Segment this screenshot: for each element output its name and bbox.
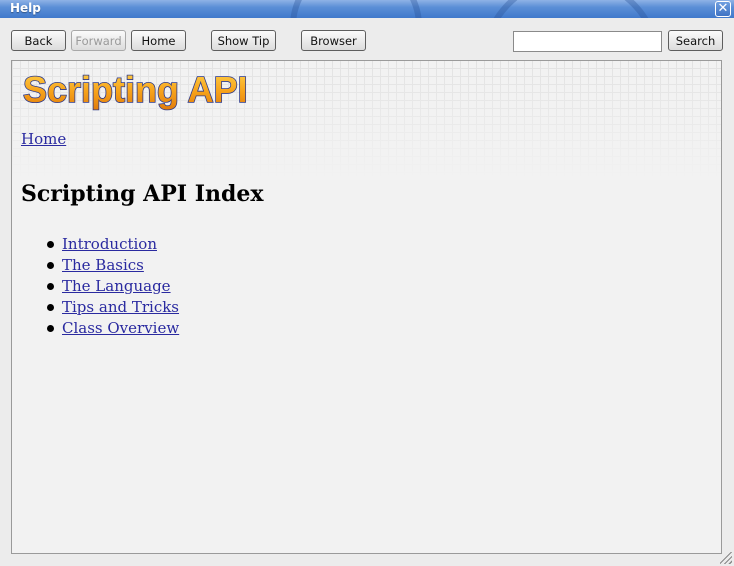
toc-link-class-overview[interactable]: Class Overview (62, 319, 179, 337)
bullet-icon (47, 241, 54, 248)
help-content-pane[interactable]: Scripting API Home Scripting API Index I… (11, 60, 722, 554)
list-item: Class Overview (21, 319, 179, 340)
window-title: Help (10, 1, 41, 15)
forward-button[interactable]: Forward (71, 30, 126, 51)
title-bar-decoration (290, 0, 422, 18)
home-button[interactable]: Home (131, 30, 186, 51)
logo-text: Scripting API (23, 69, 248, 110)
search-button[interactable]: Search (668, 30, 723, 51)
scripting-api-logo: Scripting API (22, 68, 248, 111)
toc-link-tips-and-tricks[interactable]: Tips and Tricks (62, 298, 179, 316)
list-item: The Language (21, 277, 179, 298)
list-item: Tips and Tricks (21, 298, 179, 319)
toc-link-the-language[interactable]: The Language (62, 277, 171, 295)
list-item: The Basics (21, 256, 179, 277)
bullet-icon (47, 325, 54, 332)
title-bar: Help ✕ (0, 0, 734, 18)
bullet-icon (47, 304, 54, 311)
page-title: Scripting API Index (21, 181, 264, 207)
resize-grip-icon[interactable] (720, 552, 732, 564)
back-button[interactable]: Back (11, 30, 66, 51)
show-tip-button[interactable]: Show Tip (211, 30, 276, 51)
list-item: Introduction (21, 235, 179, 256)
bullet-icon (47, 262, 54, 269)
breadcrumb-home-link[interactable]: Home (21, 130, 66, 148)
close-icon[interactable]: ✕ (715, 1, 731, 17)
api-index-list: Introduction The Basics The Language Tip… (21, 235, 179, 340)
toc-link-the-basics[interactable]: The Basics (62, 256, 144, 274)
browser-button[interactable]: Browser (301, 30, 366, 51)
bullet-icon (47, 283, 54, 290)
title-bar-decoration (480, 0, 662, 18)
toc-link-introduction[interactable]: Introduction (62, 235, 157, 253)
search-input[interactable] (513, 31, 662, 52)
